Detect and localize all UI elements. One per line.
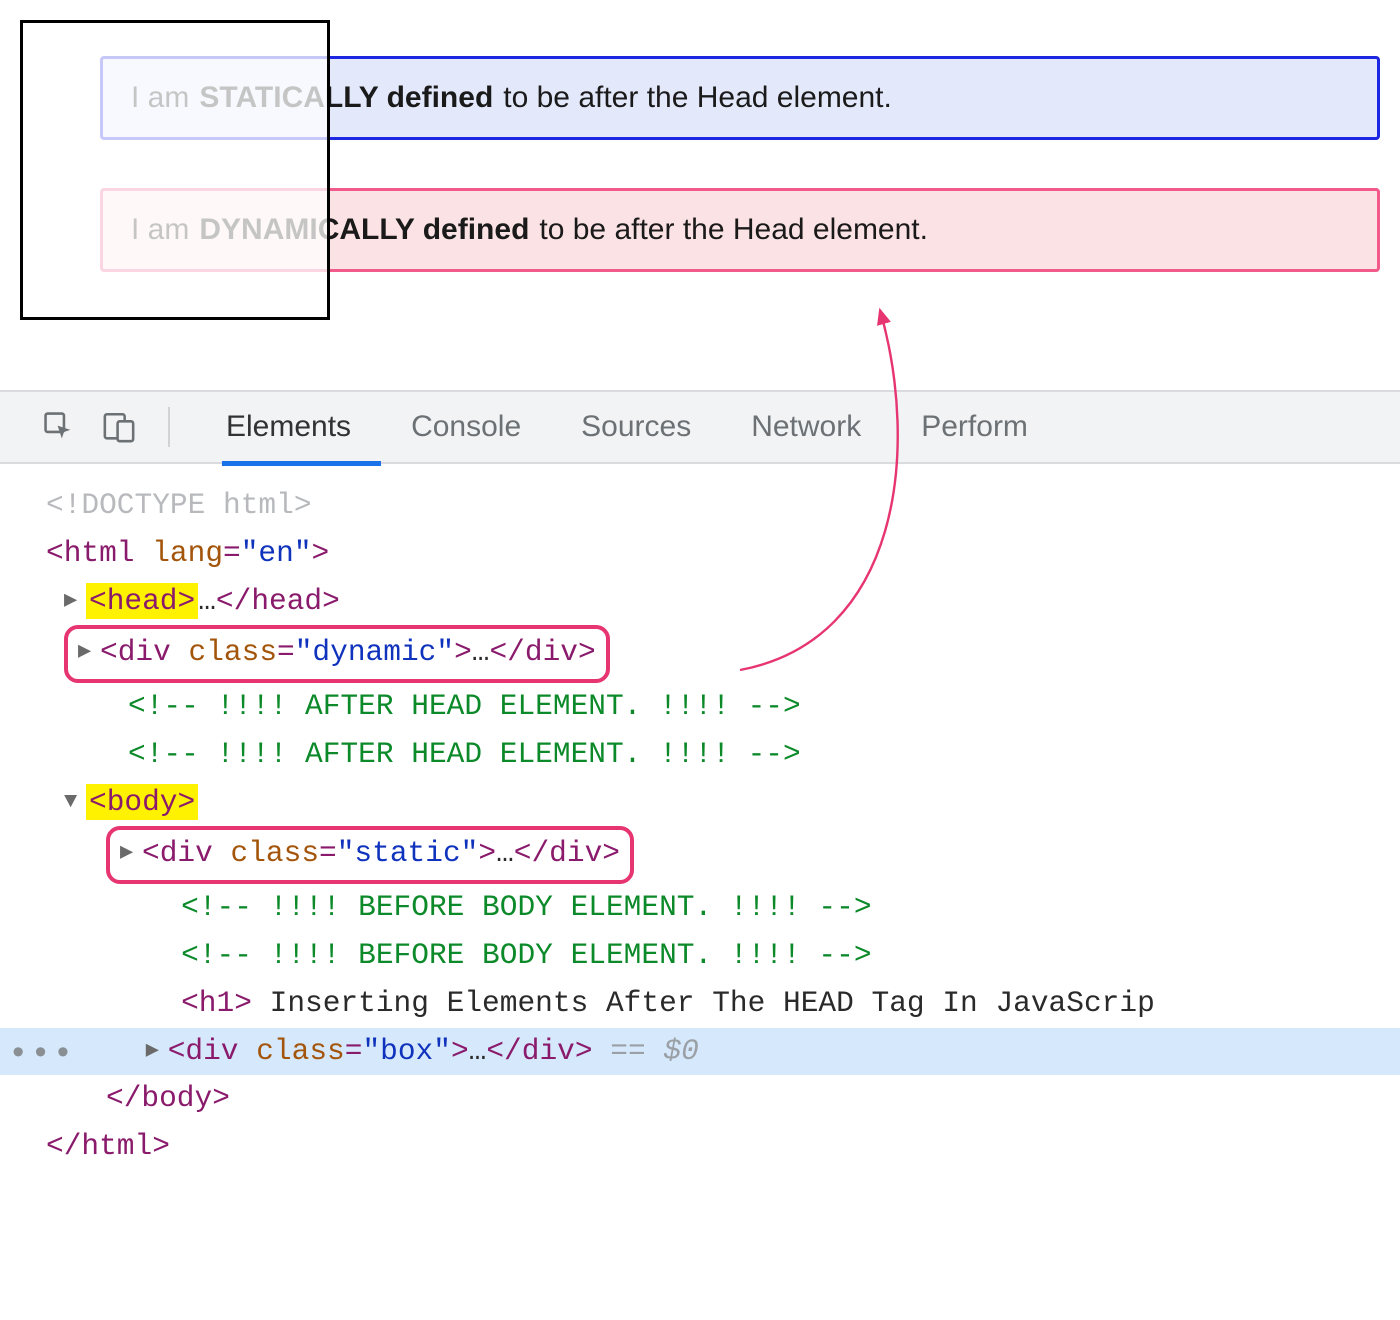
static-banner-prefix: I am	[131, 81, 189, 115]
tab-console[interactable]: Console	[409, 410, 523, 444]
dom-body-open[interactable]: <body>	[0, 779, 1400, 827]
toolbar-separator	[168, 407, 170, 447]
dom-head[interactable]: <head>…</head>	[0, 578, 1400, 626]
dom-box-div-selected[interactable]: ••• <div class="box">…</div> == $0	[0, 1028, 1400, 1076]
expand-caret-icon[interactable]	[146, 1033, 168, 1069]
tab-performance[interactable]: Perform	[919, 410, 1030, 444]
page-preview: I am STATICALLY defined to be after the …	[0, 0, 1400, 390]
elements-dom-tree[interactable]: <!DOCTYPE html> <html lang="en"> <head>……	[0, 464, 1400, 1211]
dom-doctype[interactable]: <!DOCTYPE html>	[0, 482, 1400, 530]
dom-static-div[interactable]: <div class="static">…</div>	[0, 826, 1400, 884]
dom-comment-before-body-2[interactable]: <!-- !!!! BEFORE BODY ELEMENT. !!!! -->	[0, 932, 1400, 980]
expand-caret-icon[interactable]	[78, 634, 100, 670]
dom-html-close[interactable]: </html>	[0, 1123, 1400, 1171]
device-toolbar-icon[interactable]	[102, 410, 136, 444]
dynamic-banner-strong: DYNAMICALLY defined	[199, 213, 529, 247]
dynamic-banner-suffix: to be after the Head element.	[539, 213, 928, 247]
devtools-tabs: Elements Console Sources Network Perform	[224, 410, 1030, 444]
tab-sources[interactable]: Sources	[579, 410, 693, 444]
tab-network[interactable]: Network	[749, 410, 863, 444]
static-banner-suffix: to be after the Head element.	[503, 81, 892, 115]
expand-caret-icon[interactable]	[64, 583, 86, 619]
expand-caret-icon[interactable]	[120, 835, 142, 871]
tab-elements[interactable]: Elements	[224, 410, 353, 444]
dynamic-banner-prefix: I am	[131, 213, 189, 247]
collapse-caret-icon[interactable]	[64, 784, 86, 820]
dom-comment-after-head-2[interactable]: <!-- !!!! AFTER HEAD ELEMENT. !!!! -->	[0, 731, 1400, 779]
dynamic-banner: I am DYNAMICALLY defined to be after the…	[100, 188, 1380, 272]
dom-dynamic-div[interactable]: <div class="dynamic">…</div>	[0, 625, 1400, 683]
dom-html-open[interactable]: <html lang="en">	[0, 530, 1400, 578]
inspect-element-icon[interactable]	[42, 410, 76, 444]
static-banner: I am STATICALLY defined to be after the …	[100, 56, 1380, 140]
dom-comment-after-head-1[interactable]: <!-- !!!! AFTER HEAD ELEMENT. !!!! -->	[0, 683, 1400, 731]
devtools-tabbar: Elements Console Sources Network Perform	[0, 390, 1400, 464]
dom-h1[interactable]: <h1> Inserting Elements After The HEAD T…	[0, 980, 1400, 1028]
static-banner-strong: STATICALLY defined	[199, 81, 493, 115]
dom-comment-before-body-1[interactable]: <!-- !!!! BEFORE BODY ELEMENT. !!!! -->	[0, 884, 1400, 932]
dom-body-close[interactable]: </body>	[0, 1075, 1400, 1123]
